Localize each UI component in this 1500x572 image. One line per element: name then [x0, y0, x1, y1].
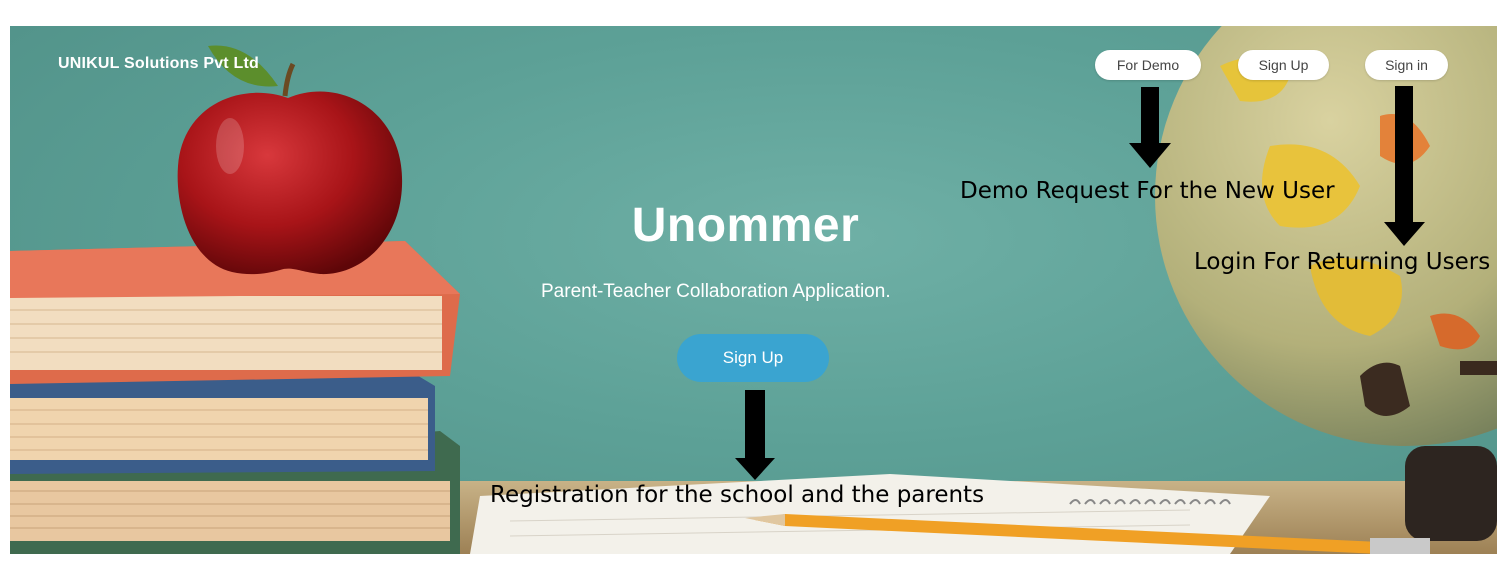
demo-arrow-icon [1129, 87, 1171, 168]
registration-annotation: Registration for the school and the pare… [490, 482, 985, 508]
signin-arrow-icon [1384, 86, 1425, 246]
signup-arrow-icon [735, 390, 775, 480]
login-annotation: Login For Returning Users [1194, 249, 1491, 275]
demo-annotation: Demo Request For the New User [960, 178, 1335, 204]
